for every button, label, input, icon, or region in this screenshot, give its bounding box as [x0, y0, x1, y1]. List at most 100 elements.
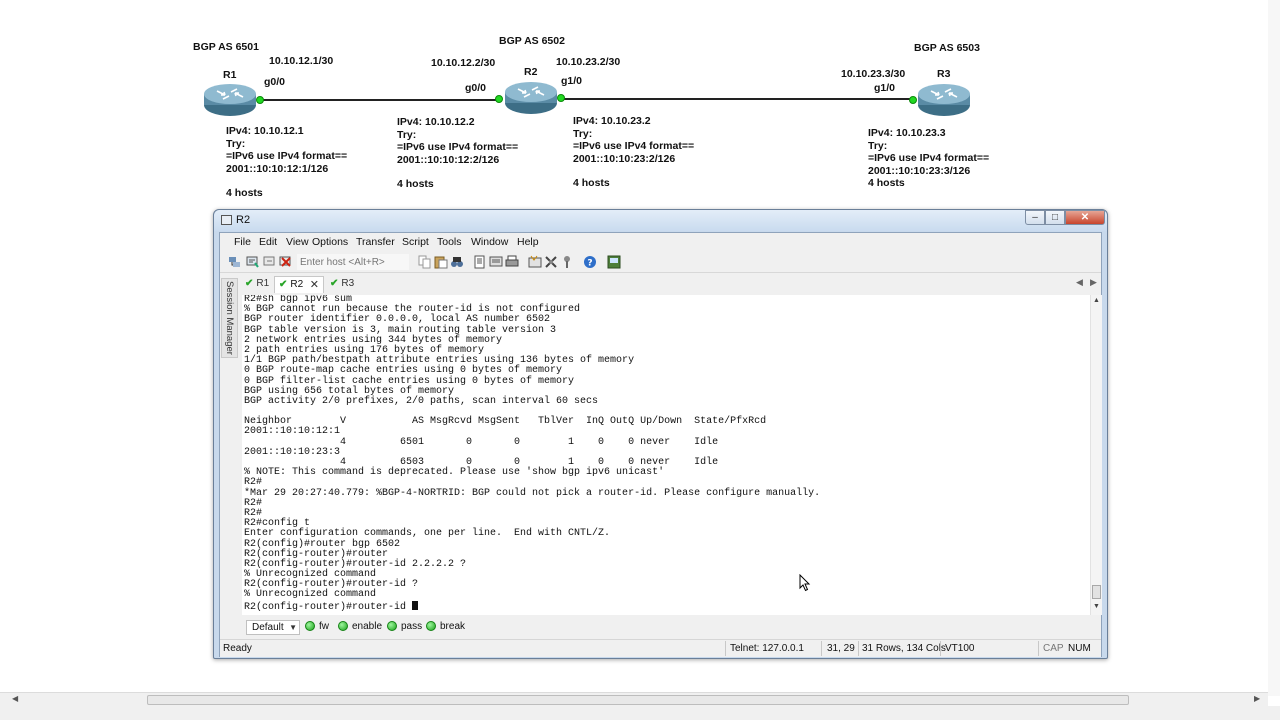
menu-window[interactable]: Window	[471, 236, 508, 248]
svg-text:?: ?	[587, 259, 592, 269]
scroll-left-icon[interactable]: ◀	[12, 694, 18, 703]
terminal-output[interactable]: R2#sh bgp ipv6 sum% BGP cannot run becau…	[242, 295, 1092, 615]
port-status-dot	[909, 96, 917, 104]
scroll-thumb[interactable]	[1092, 585, 1101, 599]
maximize-button[interactable]: □	[1045, 210, 1065, 225]
sftp-icon[interactable]	[607, 255, 621, 269]
text-cursor	[412, 600, 419, 610]
green-dot-icon	[338, 621, 348, 631]
terminal-line: R2#	[244, 507, 263, 519]
r1-port: g0/0	[264, 76, 286, 88]
tab-r3[interactable]: ✔ R3	[326, 276, 358, 293]
find-icon[interactable]	[450, 255, 464, 269]
terminal-line: BGP activity 2/0 prefixes, 2/0 paths, sc…	[244, 395, 599, 407]
status-cursor-position: 31, 29	[827, 643, 855, 654]
menu-transfer[interactable]: Transfer	[356, 236, 395, 248]
page-horizontal-scrollbar[interactable]: ◀ ▶	[0, 692, 1268, 706]
terminal-scrollbar[interactable]: ▲ ▼	[1090, 295, 1102, 615]
tab-close-icon[interactable]: ✕	[310, 277, 319, 293]
button-break[interactable]: break	[426, 621, 465, 632]
tab-r2[interactable]: ✔ R2 ✕	[274, 276, 324, 293]
button-bar: Default ▼ fw enable pass break	[242, 617, 1101, 637]
title-bar[interactable]: R2 – □ ✕	[214, 210, 1107, 231]
r3-link-address: 10.10.23.3/30	[841, 68, 906, 80]
scroll-up-icon[interactable]: ▲	[1093, 297, 1100, 304]
menu-help[interactable]: Help	[517, 236, 539, 248]
scroll-down-icon[interactable]: ▼	[1093, 603, 1100, 610]
session-manager-label: Session Manager	[224, 281, 235, 355]
menu-script[interactable]: Script	[402, 236, 429, 248]
router-icon[interactable]	[203, 83, 257, 117]
chevron-down-icon: ▼	[289, 623, 297, 632]
window-title: R2	[236, 214, 251, 226]
print-setup-icon[interactable]	[473, 255, 487, 269]
r2-right-info: IPv4: 10.10.23.2 Try: =IPv6 use IPv4 for…	[573, 115, 695, 189]
r3-as-label: BGP AS 6503	[914, 42, 980, 54]
status-bar: Ready Telnet: 127.0.0.1 31, 29 31 Rows, …	[220, 639, 1101, 657]
copy-icon[interactable]	[418, 255, 432, 269]
paste-icon[interactable]	[434, 255, 448, 269]
status-caps: CAP	[1043, 643, 1064, 654]
r2-right-address: 10.10.23.2/30	[556, 56, 621, 68]
menu-file[interactable]: File	[234, 236, 251, 248]
window-client: File Edit View Options Transfer Script T…	[219, 232, 1102, 657]
r3-port: g1/0	[874, 82, 896, 94]
menu-options[interactable]: Options	[312, 236, 348, 248]
router-icon[interactable]	[917, 83, 971, 117]
status-size: 31 Rows, 134 Cols	[862, 643, 946, 654]
r2-left-port: g0/0	[465, 82, 487, 94]
connect-icon[interactable]	[228, 255, 242, 269]
mouse-cursor-icon	[799, 574, 811, 592]
link-r1-r2	[262, 99, 500, 101]
status-ready: Ready	[223, 643, 252, 654]
quick-connect-icon[interactable]	[246, 255, 260, 269]
key-icon[interactable]	[560, 255, 574, 269]
options-icon[interactable]	[528, 255, 542, 269]
tab-next-icon[interactable]: ▶	[1090, 277, 1097, 288]
toolbar: ?	[220, 251, 1101, 273]
scroll-right-icon[interactable]: ▶	[1254, 694, 1260, 703]
button-bar-select[interactable]: Default ▼	[246, 620, 300, 635]
terminal-line: 0 BGP route-map cache entries using 0 by…	[244, 365, 563, 377]
green-dot-icon	[426, 621, 436, 631]
terminal-line: Enter configuration commands, one per li…	[244, 528, 611, 540]
router-icon[interactable]	[504, 81, 558, 115]
status-num: NUM	[1068, 643, 1091, 654]
terminal-window: R2 – □ ✕ File Edit View Options Transfer…	[213, 209, 1108, 659]
menu-view[interactable]: View	[286, 236, 309, 248]
close-button[interactable]: ✕	[1065, 210, 1105, 225]
terminal-text: R2#sh bgp ipv6 sum% BGP cannot run becau…	[244, 295, 820, 613]
reconnect-icon[interactable]	[263, 255, 277, 269]
port-status-dot	[256, 96, 264, 104]
r3-name: R3	[937, 68, 951, 80]
tab-prev-icon[interactable]: ◀	[1076, 277, 1083, 288]
r3-info: IPv4: 10.10.23.3 Try: =IPv6 use IPv4 for…	[868, 127, 990, 189]
menu-tools[interactable]: Tools	[437, 236, 462, 248]
r1-name: R1	[223, 69, 237, 81]
help-icon[interactable]: ?	[583, 255, 597, 269]
menu-bar: File Edit View Options Transfer Script T…	[220, 233, 1101, 251]
map-keys-icon[interactable]	[544, 255, 558, 269]
page-vertical-scrollbar[interactable]	[1268, 0, 1280, 696]
print-selection-icon[interactable]	[489, 255, 503, 269]
print-icon[interactable]	[505, 255, 519, 269]
page-scroll-thumb[interactable]	[147, 695, 1129, 705]
menu-edit[interactable]: Edit	[259, 236, 277, 248]
minimize-button[interactable]: –	[1025, 210, 1045, 225]
button-fw[interactable]: fw	[305, 621, 329, 632]
session-tabs: ✔ R1 ✔ R2 ✕ ✔ R3 ◀ ▶	[241, 274, 1101, 294]
terminal-line: % Unrecognized command	[244, 589, 377, 601]
tab-r1[interactable]: ✔ R1	[241, 276, 273, 293]
button-enable[interactable]: enable	[338, 621, 382, 632]
button-pass[interactable]: pass	[387, 621, 422, 632]
host-input[interactable]	[297, 254, 409, 270]
session-manager-panel[interactable]: Session Manager	[221, 278, 238, 358]
r2-as-label: BGP AS 6502	[499, 35, 565, 47]
green-dot-icon	[305, 621, 315, 631]
check-icon: ✔	[279, 279, 288, 290]
terminal-icon	[221, 215, 232, 225]
terminal-line: *Mar 29 20:27:40.779: %BGP-4-NORTRID: BG…	[244, 487, 821, 499]
r1-as-label: BGP AS 6501	[193, 41, 259, 53]
disconnect-icon[interactable]	[279, 255, 293, 269]
green-dot-icon	[387, 621, 397, 631]
